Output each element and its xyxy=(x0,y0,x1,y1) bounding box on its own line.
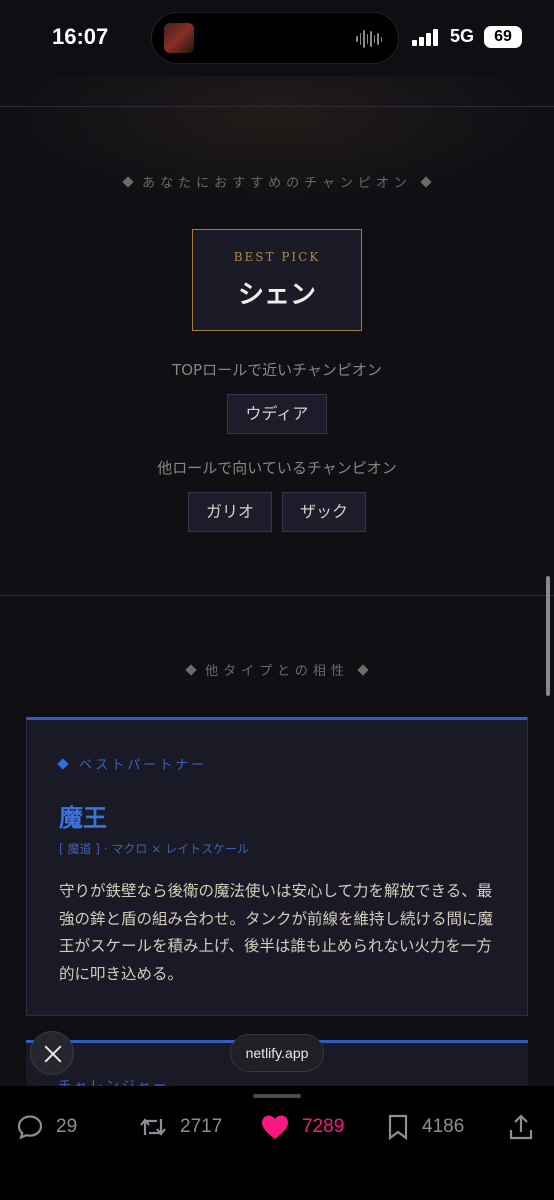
page-content: あなたにおすすめのチャンピオン BEST PICK シェン TOPロールで近いチ… xyxy=(0,76,554,1086)
reply-count: 29 xyxy=(56,1116,78,1137)
share-button[interactable] xyxy=(508,1112,534,1142)
drag-handle[interactable] xyxy=(253,1094,301,1098)
card-title: 魔王 xyxy=(59,804,107,832)
now-playing-artwork xyxy=(164,23,194,53)
divider xyxy=(0,595,554,596)
recommend-section-title-text: あなたにおすすめのチャンピオン xyxy=(142,176,412,191)
other-role-label: 他ロールで向いているチャンピオン xyxy=(157,459,397,477)
recommend-section-title: あなたにおすすめのチャンピオン xyxy=(0,172,554,191)
card-tag-text: ベストパートナー xyxy=(79,758,208,773)
bookmark-icon xyxy=(388,1114,408,1141)
repost-icon xyxy=(140,1118,166,1136)
battery-icon: 69 xyxy=(484,26,522,48)
reply-icon xyxy=(17,1115,43,1140)
compat-section-title-text: 他タイプとの相性 xyxy=(205,664,349,679)
like-count: 7289 xyxy=(302,1116,345,1137)
diamond-icon xyxy=(357,663,369,676)
best-pick-card[interactable]: BEST PICK シェン xyxy=(192,229,362,331)
card-tag: ベストパートナー xyxy=(57,754,208,773)
champion-chip[interactable]: ウディア xyxy=(227,394,327,434)
network-type: 5G xyxy=(450,26,475,46)
bookmark-button[interactable]: 4186 xyxy=(386,1112,464,1142)
champion-chip[interactable]: ガリオ xyxy=(188,492,272,532)
card-subtitle: [ 魔道 ] · マクロ × レイトスケール xyxy=(59,842,250,856)
diamond-icon xyxy=(122,175,134,188)
close-icon[interactable] xyxy=(30,1031,74,1075)
bookmark-count: 4186 xyxy=(422,1116,465,1137)
repost-count: 2717 xyxy=(180,1116,223,1137)
reply-button[interactable]: 29 xyxy=(16,1112,77,1142)
best-pick-label: BEST PICK xyxy=(233,250,321,264)
like-button[interactable]: 7289 xyxy=(260,1112,344,1142)
signal-icon xyxy=(412,28,442,46)
top-role-label: TOPロールで近いチャンピオン xyxy=(172,361,382,379)
diamond-icon xyxy=(57,758,69,770)
champion-chip[interactable]: ザック xyxy=(282,492,366,532)
share-icon xyxy=(509,1114,533,1140)
scrollbar[interactable] xyxy=(546,576,550,696)
status-bar: 16:07 5G 69 xyxy=(0,0,554,76)
repost-button[interactable]: 2717 xyxy=(138,1112,222,1142)
compat-section-title: 他タイプとの相性 xyxy=(0,660,554,679)
card-tag: チャレンジャー xyxy=(58,1075,169,1086)
divider xyxy=(0,106,554,107)
post-action-bar: 29 2717 7289 4186 xyxy=(0,1086,554,1200)
diamond-icon xyxy=(420,175,432,188)
best-pick-champion: シェン xyxy=(237,280,316,310)
diamond-icon xyxy=(185,663,197,676)
dynamic-island[interactable] xyxy=(151,12,399,64)
best-partner-card: ベストパートナー 魔王 [ 魔道 ] · マクロ × レイトスケール 守りが鉄壁… xyxy=(26,717,528,1016)
card-body: 守りが鉄壁なら後衛の魔法使いは安心して力を解放できる、最強の鉾と盾の組み合わせ。… xyxy=(59,882,494,983)
audio-waveform-icon xyxy=(356,29,382,49)
url-pill[interactable]: netlify.app xyxy=(230,1034,324,1072)
heart-icon xyxy=(262,1115,288,1139)
clock: 16:07 xyxy=(52,24,109,49)
